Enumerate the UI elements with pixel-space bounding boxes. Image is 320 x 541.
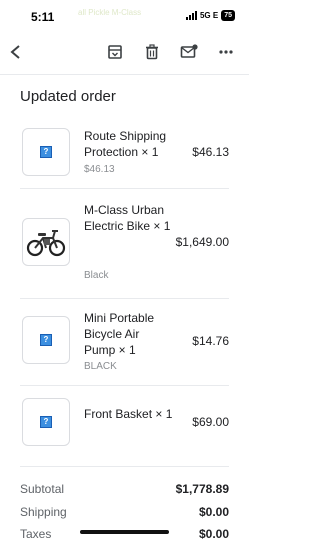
battery-icon: 75 bbox=[221, 10, 235, 21]
product-image-placeholder: ? bbox=[22, 316, 70, 364]
list-item[interactable]: M-Class Urban Electric Bike × 1 Black $1… bbox=[20, 200, 229, 290]
more-options-icon[interactable] bbox=[216, 42, 236, 62]
total-value: $1,778.89 bbox=[175, 482, 229, 496]
list-item[interactable]: ? Route Shipping Protection × 1 $46.13 $… bbox=[20, 126, 229, 178]
archive-icon[interactable] bbox=[105, 42, 125, 62]
item-price: $69.00 bbox=[192, 415, 229, 429]
status-time: 5:11 bbox=[31, 10, 55, 24]
total-value: $0.00 bbox=[198, 527, 229, 541]
item-variant: BLACK bbox=[84, 361, 117, 372]
item-name: Front Basket × 1 bbox=[84, 407, 173, 421]
item-name: M-Class Urban Electric Bike × 1 bbox=[84, 203, 171, 233]
missing-image-icon: ? bbox=[40, 416, 52, 428]
item-variant: $46.13 bbox=[84, 164, 115, 175]
electric-bike-icon bbox=[26, 230, 66, 257]
toolbar-divider bbox=[0, 74, 249, 75]
product-image bbox=[22, 218, 70, 266]
missing-image-icon: ? bbox=[40, 334, 52, 346]
item-divider bbox=[20, 385, 229, 386]
home-indicator bbox=[80, 530, 169, 534]
section-title: Updated order bbox=[20, 88, 116, 105]
list-item[interactable]: ? Front Basket × 1 $69.00 bbox=[20, 396, 229, 452]
product-image-placeholder: ? bbox=[22, 128, 70, 176]
total-value: $0.00 bbox=[198, 505, 229, 519]
missing-image-icon: ? bbox=[40, 146, 52, 158]
item-name: Route Shipping Protection × 1 bbox=[84, 129, 167, 159]
mark-unread-icon[interactable] bbox=[179, 42, 199, 62]
list-item[interactable]: ? Mini Portable Bicycle Air Pump × 1 BLA… bbox=[20, 308, 229, 378]
item-divider bbox=[20, 298, 229, 299]
faded-banner: all Pickle M-Class bbox=[78, 8, 142, 17]
total-label: Subtotal bbox=[20, 482, 65, 496]
item-divider bbox=[20, 466, 229, 467]
item-price: $14.76 bbox=[192, 334, 229, 348]
network-type: 5G E bbox=[199, 11, 219, 20]
item-name: Mini Portable Bicycle Air Pump × 1 bbox=[84, 311, 155, 357]
item-divider bbox=[20, 188, 229, 189]
item-price: $46.13 bbox=[192, 145, 229, 159]
total-label: Shipping bbox=[20, 505, 67, 519]
status-indicators: 5G E 75 bbox=[185, 10, 235, 21]
back-arrow-icon[interactable] bbox=[6, 42, 26, 62]
signal-icon bbox=[185, 11, 197, 20]
total-label: Taxes bbox=[20, 527, 52, 541]
item-variant: Black bbox=[84, 270, 109, 281]
trash-icon[interactable] bbox=[142, 42, 162, 62]
status-bar: 5:11 all Pickle M-Class 5G E 75 bbox=[0, 0, 249, 30]
item-price: $1,649.00 bbox=[175, 235, 229, 249]
mail-toolbar bbox=[0, 36, 249, 68]
product-image-placeholder: ? bbox=[22, 398, 70, 446]
